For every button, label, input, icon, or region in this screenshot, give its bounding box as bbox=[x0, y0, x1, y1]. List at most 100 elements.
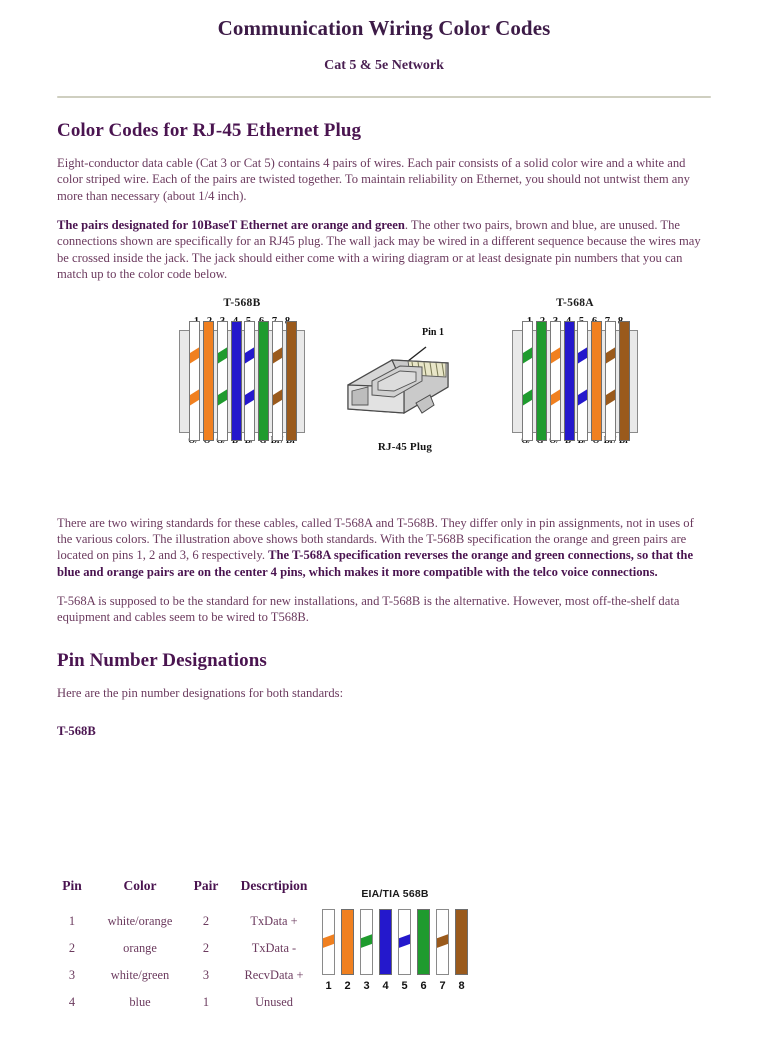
eia-tia-568b-title: EIA/TIA 568B bbox=[361, 888, 429, 900]
section-heading-color-codes: Color Codes for RJ-45 Ethernet Plug bbox=[57, 120, 362, 141]
page-subtitle: Cat 5 & 5e Network bbox=[324, 58, 444, 73]
wire-stripe bbox=[606, 343, 616, 365]
table-row: 1 white/orange 2 TxData + bbox=[50, 908, 322, 935]
wire-stripe bbox=[217, 385, 227, 407]
paragraph-pin-intro: Here are the pin number designations for… bbox=[57, 685, 344, 700]
diagram-t568b: T-568B 12345678 O/OG/BB/GBr/Br bbox=[152, 297, 332, 445]
eia-wire-stripe bbox=[323, 931, 334, 950]
wire-stripe bbox=[578, 343, 588, 365]
wire-brown-solid bbox=[618, 320, 630, 441]
cell-pin: 3 bbox=[68, 968, 76, 982]
diagram-t568b-box bbox=[179, 320, 305, 441]
wire-stripe bbox=[273, 385, 283, 407]
cell-color: white/orange bbox=[107, 914, 173, 928]
cell-pair: 1 bbox=[202, 995, 210, 1009]
wire-green-solid bbox=[258, 320, 270, 441]
label-standard-t568b: T-568B bbox=[57, 723, 711, 739]
diagram-t568a-title: T-568A bbox=[556, 296, 594, 309]
rj45-plug-illustration: Pin 1 RJ-45 Plug bbox=[330, 325, 480, 453]
table-row: 4 blue 1 Unused bbox=[50, 989, 322, 1016]
eia-pin-number: 2 bbox=[344, 980, 351, 992]
header-divider bbox=[57, 96, 711, 98]
wire-brown-solid bbox=[285, 320, 297, 441]
eia-pin-number: 7 bbox=[439, 980, 446, 992]
wire-stripe bbox=[606, 385, 616, 407]
cell-color: orange bbox=[123, 941, 157, 955]
paragraph-pairs-bold: The pairs designated for 10BaseT Etherne… bbox=[57, 218, 405, 233]
diagram-t568a: T-568A 12345678 G/GO/BB/OBr/Br bbox=[485, 297, 665, 445]
eia-wire-orange-solid bbox=[341, 909, 354, 975]
wire-orange-striped bbox=[549, 320, 561, 441]
cell-pair: 2 bbox=[202, 914, 210, 928]
section-heading-pin-designations: Pin Number Designations bbox=[57, 649, 267, 671]
eia-pin-number: 3 bbox=[363, 980, 370, 992]
paragraph-standard-preference: T-568A is supposed to be the standard fo… bbox=[57, 593, 680, 625]
cell-pin: 1 bbox=[68, 914, 76, 928]
wire-green-striped bbox=[216, 320, 228, 441]
eia-wire-orange-striped bbox=[322, 909, 335, 975]
paragraph-cable-description: Eight-conductor data cable (Cat 3 or Cat… bbox=[57, 156, 690, 203]
wire-blue-striped bbox=[577, 320, 589, 441]
eia-wire-green-solid bbox=[417, 909, 430, 975]
wire-blue-striped bbox=[244, 320, 256, 441]
table-header-row: Pin Color Pair Descrtipion bbox=[50, 878, 322, 908]
eia-pin-number: 1 bbox=[325, 980, 332, 992]
wire-blue-solid bbox=[563, 320, 575, 441]
cell-color: white/green bbox=[110, 968, 170, 982]
eia-wire-blue-solid bbox=[379, 909, 392, 975]
table-header-pair: Pair bbox=[193, 878, 219, 893]
eia-pin-numbers: 12345678 bbox=[300, 980, 490, 992]
wire-green-striped bbox=[522, 320, 533, 441]
cell-pin: 2 bbox=[68, 941, 76, 955]
wire-stripe bbox=[273, 343, 283, 365]
cell-pair: 3 bbox=[202, 968, 210, 982]
document-page: Communication Wiring Color Codes Cat 5 &… bbox=[0, 16, 768, 1040]
page-title: Communication Wiring Color Codes bbox=[217, 16, 551, 40]
table-header-pin: Pin bbox=[62, 878, 82, 893]
wire-green-solid bbox=[535, 320, 547, 441]
wire-brown-striped bbox=[272, 320, 284, 441]
wire-brown-striped bbox=[605, 320, 617, 441]
rj45-plug-icon bbox=[347, 345, 449, 414]
cell-pair: 2 bbox=[202, 941, 210, 955]
eia-wire-stripe bbox=[437, 931, 448, 950]
wire-stripe bbox=[523, 343, 532, 365]
eia-wire-brown-striped bbox=[436, 909, 449, 975]
wire-orange-solid bbox=[591, 320, 603, 441]
cell-color: blue bbox=[129, 995, 151, 1009]
wire-stripe bbox=[245, 385, 255, 407]
eia-tia-568b-diagram: EIA/TIA 568B 12345678 bbox=[300, 888, 490, 992]
wire-stripe bbox=[523, 385, 532, 407]
wire-stripe bbox=[190, 385, 199, 407]
wire-stripe bbox=[190, 343, 199, 365]
diagram-t568a-box bbox=[512, 320, 638, 441]
eia-pin-number: 4 bbox=[382, 980, 389, 992]
pin-designation-table: Pin Color Pair Descrtipion 1 white/orange… bbox=[50, 878, 322, 1016]
table-header-color: Color bbox=[123, 878, 157, 893]
eia-wire-green-striped bbox=[360, 909, 373, 975]
eia-wire-stripe bbox=[361, 931, 372, 950]
wire-stripe bbox=[550, 343, 560, 365]
wire-stripe bbox=[550, 385, 560, 407]
eia-pin-number: 6 bbox=[420, 980, 427, 992]
table-row: 2 orange 2 TxData - bbox=[50, 935, 322, 962]
eia-wire-stripe bbox=[399, 931, 410, 950]
wire-stripe bbox=[245, 343, 255, 365]
rj45-plug-caption: RJ-45 Plug bbox=[377, 440, 433, 453]
wire-orange-striped bbox=[189, 320, 200, 441]
eia-pin-number: 5 bbox=[401, 980, 408, 992]
paragraph-two-standards: There are two wiring standards for these… bbox=[57, 515, 711, 580]
wire-orange-solid bbox=[202, 320, 214, 441]
wiring-diagram-band: T-568B 12345678 O/OG/BB/GBr/Br Pin 1 bbox=[0, 297, 768, 502]
pin1-callout-label: Pin 1 bbox=[422, 326, 444, 338]
cell-description: Unused bbox=[255, 995, 293, 1009]
wire-stripe bbox=[578, 385, 588, 407]
eia-wire-brown-solid bbox=[455, 909, 468, 975]
eia-pin-number: 8 bbox=[458, 980, 465, 992]
paragraph-pairs-designated: The pairs designated for 10BaseT Etherne… bbox=[57, 217, 711, 282]
wire-blue-solid bbox=[230, 320, 242, 441]
diagram-t568b-title: T-568B bbox=[223, 296, 261, 309]
eia-wire-group bbox=[300, 909, 490, 975]
table-row: 3 white/green 3 RecvData + bbox=[50, 962, 322, 989]
wire-stripe bbox=[217, 343, 227, 365]
